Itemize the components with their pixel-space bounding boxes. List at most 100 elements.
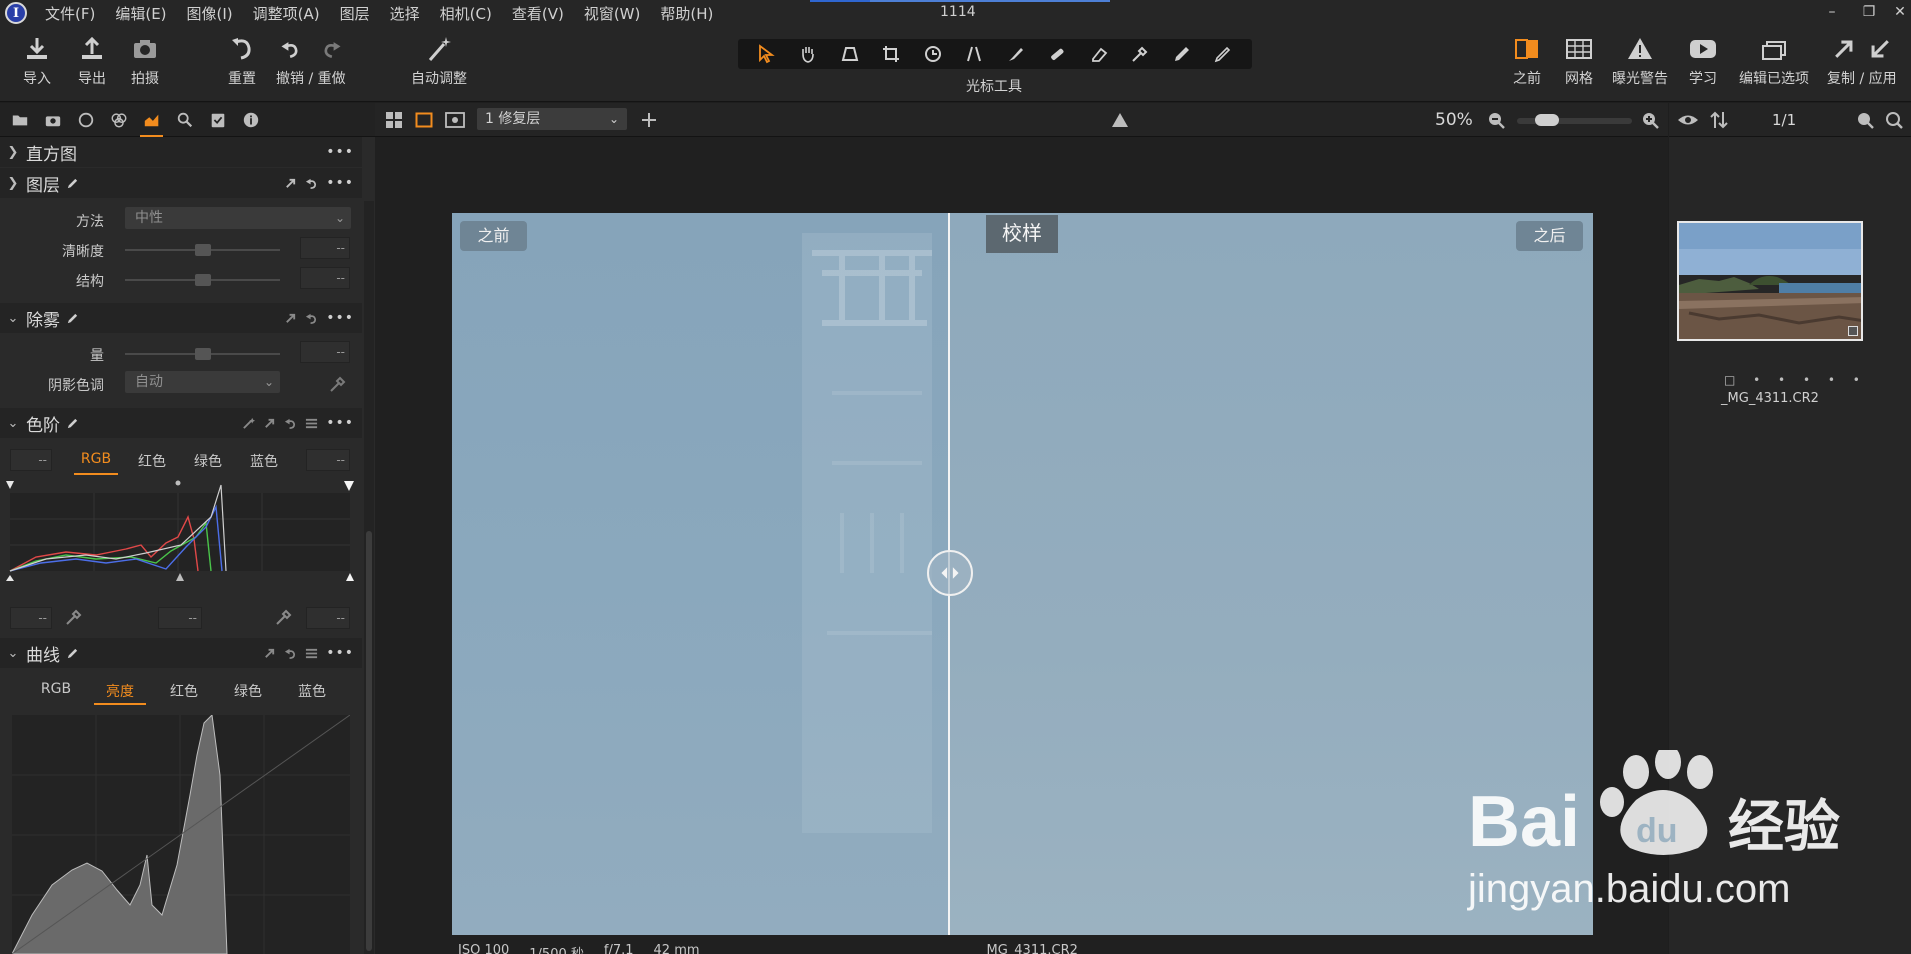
menu-camera[interactable]: 相机(C) xyxy=(440,3,492,24)
auto-adjust-button[interactable]: 自动调整 xyxy=(411,34,467,88)
eraser-icon[interactable] xyxy=(1086,41,1112,67)
method-dropdown[interactable]: 中性 ⌄ xyxy=(125,207,351,229)
curves-graph[interactable] xyxy=(12,715,350,954)
levels-tab-green[interactable]: 绿色 xyxy=(180,451,236,471)
reset-icon[interactable] xyxy=(305,312,318,325)
shadow-tone-dropdown[interactable]: 自动 ⌄ xyxy=(125,371,280,393)
amount-value[interactable]: -- xyxy=(300,341,350,363)
reset-button[interactable]: 重置 xyxy=(227,34,257,88)
brush-icon[interactable] xyxy=(1003,41,1029,67)
keystone-icon[interactable] xyxy=(837,41,863,67)
more-icon[interactable]: ••• xyxy=(326,175,354,191)
search-icon[interactable] xyxy=(1885,111,1903,129)
close-icon[interactable]: ✕ xyxy=(1888,4,1911,20)
capture-tab-icon[interactable] xyxy=(39,107,66,133)
dehaze-section-header[interactable]: ⌄ 除雾 ••• xyxy=(0,303,362,333)
menu-select[interactable]: 选择 xyxy=(390,3,420,24)
layer-select[interactable]: 1 修复层 ⌄ xyxy=(477,108,627,130)
learn-button[interactable]: 学习 xyxy=(1688,34,1718,88)
zoom-in-icon[interactable] xyxy=(1641,111,1659,129)
zoom-out-icon[interactable] xyxy=(1487,111,1505,129)
curves-tab-green[interactable]: 绿色 xyxy=(216,681,280,701)
export-button[interactable]: 导出 xyxy=(77,34,107,88)
levels-output-mid[interactable]: -- xyxy=(158,607,202,629)
levels-tab-red[interactable]: 红色 xyxy=(124,451,180,471)
more-icon[interactable]: ••• xyxy=(326,415,354,431)
chevron-down-icon[interactable]: ⌄ xyxy=(0,646,26,661)
color-picker-icon[interactable] xyxy=(1127,41,1153,67)
image-canvas[interactable]: 之前 之后 xyxy=(452,213,1593,935)
reset-icon[interactable] xyxy=(305,177,318,190)
menu-edit[interactable]: 编辑(E) xyxy=(115,3,166,24)
clarity-value[interactable]: -- xyxy=(300,237,350,259)
zoom-level[interactable]: 50% xyxy=(1435,110,1473,130)
pan-hand-icon[interactable] xyxy=(795,41,821,67)
reset-icon[interactable] xyxy=(284,417,297,430)
presets-icon[interactable] xyxy=(305,647,318,660)
menu-adjustments[interactable]: 调整项(A) xyxy=(253,3,320,24)
single-view-icon[interactable] xyxy=(415,111,433,129)
levels-histogram[interactable] xyxy=(6,477,356,592)
reset-icon[interactable] xyxy=(284,647,297,660)
metadata-tab-icon[interactable] xyxy=(237,107,264,133)
layers-section-header[interactable]: ❯ 图层 ••• xyxy=(0,168,362,198)
chevron-right-icon[interactable]: ❯ xyxy=(0,145,26,160)
lens-tab-icon[interactable] xyxy=(72,107,99,133)
heal-icon[interactable] xyxy=(1044,41,1070,67)
crop-icon[interactable] xyxy=(878,41,904,67)
clarity-slider-knob[interactable] xyxy=(195,244,211,256)
color-tab-icon[interactable] xyxy=(105,107,132,133)
amount-slider-knob[interactable] xyxy=(195,348,211,360)
split-drag-handle[interactable] xyxy=(927,550,973,596)
pen-icon[interactable] xyxy=(1210,41,1236,67)
multi-view-icon[interactable] xyxy=(385,111,403,129)
more-icon[interactable]: ••• xyxy=(326,310,354,326)
thumbnail[interactable] xyxy=(1677,221,1863,341)
structure-value[interactable]: -- xyxy=(300,267,350,289)
curves-tab-red[interactable]: 红色 xyxy=(152,681,216,701)
presets-icon[interactable] xyxy=(305,417,318,430)
thumbnail-rating[interactable]: □ • • • • • xyxy=(1724,373,1867,387)
chevron-down-icon[interactable]: ⌄ xyxy=(0,416,26,431)
lens-correction-icon[interactable] xyxy=(961,41,987,67)
white-eyedropper-icon[interactable] xyxy=(274,607,294,627)
sort-icon[interactable] xyxy=(1710,110,1728,130)
chevron-right-icon[interactable]: ❯ xyxy=(0,176,26,191)
app-logo[interactable]: I xyxy=(5,2,27,24)
more-icon[interactable]: ••• xyxy=(326,645,354,661)
curves-section-header[interactable]: ⌄ 曲线 ••• xyxy=(0,638,362,668)
restore-icon[interactable]: ❐ xyxy=(1857,4,1881,20)
capture-button[interactable]: 拍摄 xyxy=(130,34,160,88)
histogram-section-header[interactable]: ❯ 直方图 ••• xyxy=(0,137,362,167)
view-eye-icon[interactable] xyxy=(1677,111,1699,129)
exposure-warning-icon[interactable] xyxy=(1111,111,1129,129)
expand-icon[interactable] xyxy=(263,647,276,660)
menu-window[interactable]: 视窗(W) xyxy=(584,3,641,24)
levels-output-left[interactable]: -- xyxy=(10,607,52,629)
levels-section-header[interactable]: ⌄ 色阶 ••• xyxy=(0,408,362,438)
left-panel-scrollbar[interactable] xyxy=(364,201,374,954)
eyedropper-icon[interactable] xyxy=(328,374,348,394)
levels-tab-blue[interactable]: 蓝色 xyxy=(236,451,292,471)
more-icon[interactable]: ••• xyxy=(326,144,354,160)
minimize-icon[interactable]: – xyxy=(1820,4,1844,20)
menu-layers[interactable]: 图层 xyxy=(340,3,370,24)
grid-button[interactable]: 网格 xyxy=(1564,34,1594,88)
menu-image[interactable]: 图像(I) xyxy=(187,3,233,24)
exposure-tab-icon[interactable] xyxy=(138,107,165,138)
browser-zoom-icon[interactable] xyxy=(1856,111,1874,129)
annotate-icon[interactable] xyxy=(1169,41,1195,67)
levels-input-right[interactable]: -- xyxy=(306,449,350,471)
exposure-warning-button[interactable]: 曝光警告 xyxy=(1612,34,1668,88)
folder-tab-icon[interactable] xyxy=(6,107,33,133)
select-arrow-icon[interactable] xyxy=(754,41,780,67)
adjustments-tab-icon[interactable] xyxy=(204,107,231,133)
curves-tab-rgb[interactable]: RGB xyxy=(24,681,88,701)
levels-tab-rgb[interactable]: RGB xyxy=(68,451,124,475)
scrollbar-thumb[interactable] xyxy=(366,531,372,951)
curves-tab-luma[interactable]: 亮度 xyxy=(88,681,152,705)
menu-help[interactable]: 帮助(H) xyxy=(660,3,713,24)
chevron-down-icon[interactable]: ⌄ xyxy=(0,311,26,326)
expand-icon[interactable] xyxy=(284,177,297,190)
menu-view[interactable]: 查看(V) xyxy=(512,3,564,24)
